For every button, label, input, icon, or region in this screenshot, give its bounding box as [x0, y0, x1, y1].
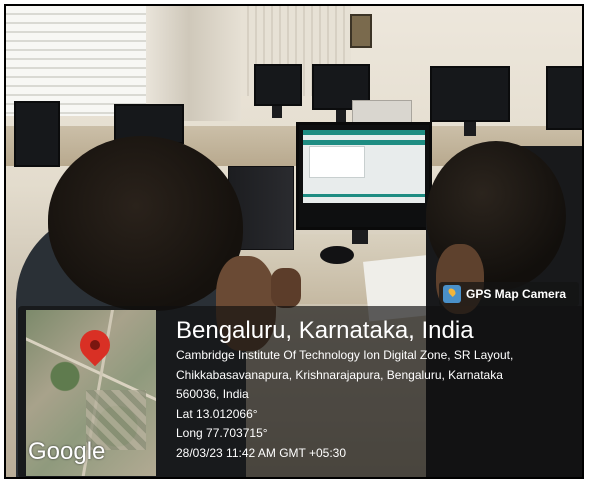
timestamp: 28/03/23 11:42 AM GMT +05:30	[176, 445, 347, 460]
window-blinds	[6, 6, 156, 116]
monitor	[546, 66, 582, 130]
gps-map-camera-icon	[443, 285, 461, 303]
gps-camera-tag: GPS Map Camera	[439, 282, 579, 306]
screen-panel	[309, 146, 365, 178]
photo-frame: GPS Map Camera Google Bengaluru, Karnata…	[4, 4, 584, 479]
gps-camera-label: GPS Map Camera	[466, 287, 567, 301]
monitor	[254, 64, 302, 106]
screen-bar	[303, 140, 425, 145]
screen-bar	[303, 130, 425, 135]
monitor-stand	[352, 230, 368, 244]
longitude: Long 77.703715°	[176, 426, 268, 440]
satellite-map-thumbnail: Google	[26, 310, 156, 476]
address-line: Chikkabasavanapura, Krishnarajapura, Ben…	[176, 367, 503, 382]
gps-info-overlay: Google Bengaluru, Karnataka, India Cambr…	[18, 306, 582, 477]
screen-bar	[303, 194, 425, 197]
latitude: Lat 13.012066°	[176, 406, 258, 421]
monitor	[14, 101, 60, 167]
monitor-stand	[272, 106, 282, 118]
monitor-stand	[336, 110, 346, 122]
lab-photo: GPS Map Camera Google Bengaluru, Karnata…	[6, 6, 582, 477]
printer	[352, 100, 412, 124]
monitor-screen	[303, 130, 425, 203]
person-left-head	[48, 136, 243, 311]
location-details: Bengaluru, Karnataka, India Cambridge In…	[176, 316, 576, 463]
address-line: 560036, India	[176, 387, 249, 401]
monitor	[430, 66, 510, 122]
mouse	[320, 246, 354, 264]
main-monitor	[296, 122, 432, 230]
wall-frame	[350, 14, 372, 48]
monitor-stand	[464, 122, 476, 136]
person-left-hand	[271, 268, 301, 308]
location-title: Bengaluru, Karnataka, India	[176, 317, 474, 344]
address-line: Cambridge Institute Of Technology Ion Di…	[176, 348, 514, 362]
google-logo: Google	[28, 438, 106, 465]
